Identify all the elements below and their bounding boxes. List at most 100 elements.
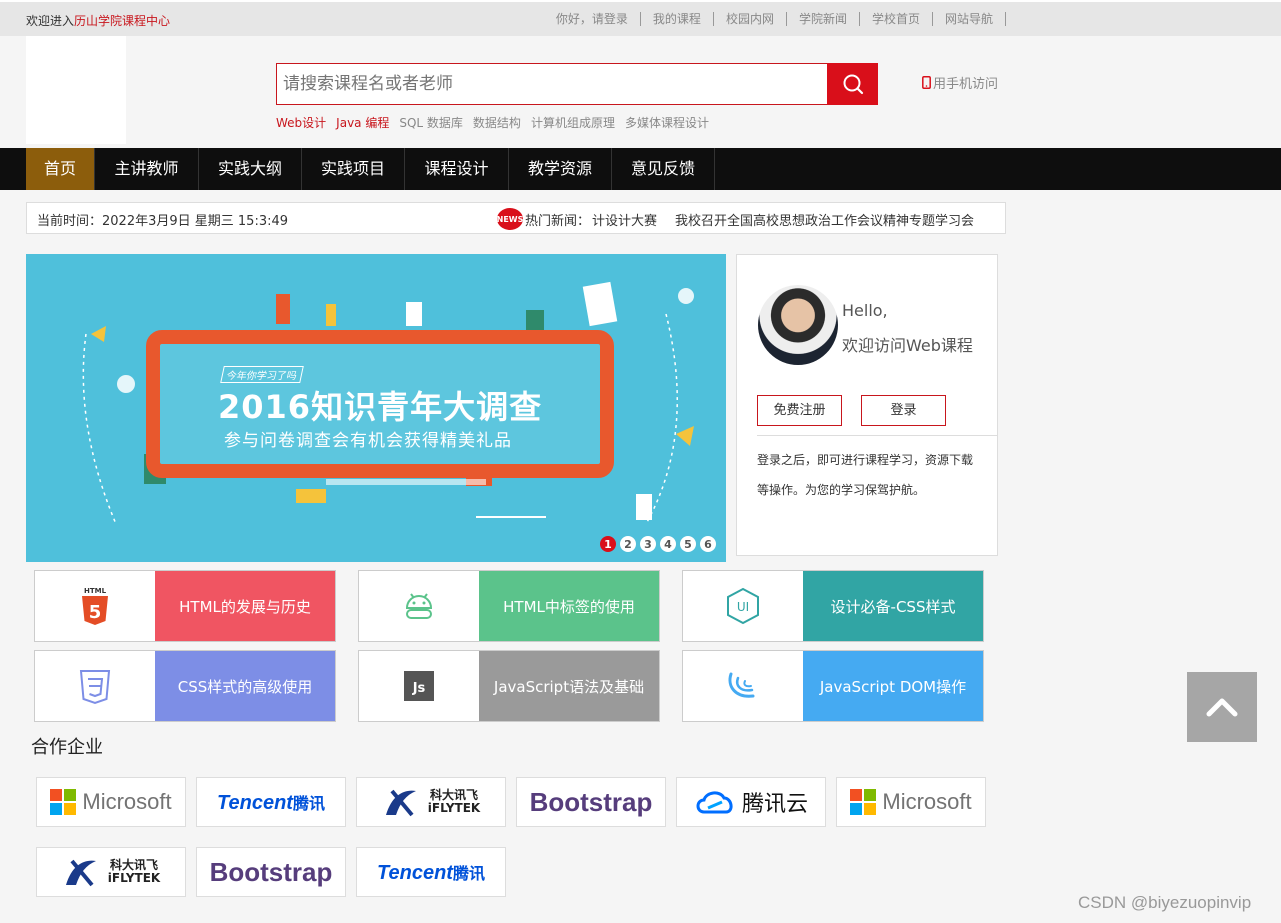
js-icon: Js — [404, 671, 434, 701]
banner-headline: 2016知识青年大调查 — [218, 388, 543, 426]
top-links: 你好，请登录 我的课程 校园内网 学院新闻 学校首页 网站导航 — [544, 12, 1006, 26]
svg-text:UI: UI — [737, 600, 749, 614]
greeting-welcome: 欢迎访问Web课程 — [842, 336, 973, 355]
banner-carousel[interactable]: 今年你学习了吗 2016知识青年大调查 参与问卷调查会有机会获得精美礼品 1 2… — [26, 254, 726, 562]
hot-keyword[interactable]: Java 编程 — [336, 114, 389, 131]
jquery-icon — [728, 672, 755, 698]
hot-keyword[interactable]: 数据结构 — [473, 114, 521, 131]
my-courses-link[interactable]: 我的课程 — [641, 12, 714, 26]
login-description: 登录之后，即可进行课程学习，资源下载等操作。为您的学习保驾护航。 — [757, 453, 974, 497]
hot-news: NEWS 热门新闻： 计设计大赛 我校召开全国高校思想政治工作会议精神专题学习会 — [497, 208, 1005, 230]
nav-item-design[interactable]: 课程设计 — [405, 148, 509, 190]
hot-keyword[interactable]: SQL 数据库 — [399, 114, 463, 131]
register-button[interactable]: 免费注册 — [757, 395, 842, 426]
svg-text:Js: Js — [412, 681, 426, 696]
nav-item-teachers[interactable]: 主讲教师 — [95, 148, 199, 190]
iflytek-logo-icon — [385, 789, 416, 817]
ui-icon: UI — [727, 587, 759, 625]
course-tile[interactable]: HTML中标签的使用 — [358, 570, 660, 642]
news-icon: NEWS — [497, 208, 523, 230]
partner-bootstrap[interactable]: Bootstrap — [196, 847, 346, 897]
login-button[interactable]: 登录 — [861, 395, 946, 426]
partner-tencent[interactable]: Tencent腾讯 — [356, 847, 506, 897]
divider — [757, 435, 997, 436]
course-label: JavaScript语法及基础 — [479, 651, 659, 721]
partner-name: Microsoft — [82, 789, 172, 814]
carousel-dot[interactable]: 3 — [640, 536, 656, 552]
partner-iflytek[interactable]: 科大讯飞 iFLYTEK — [36, 847, 186, 897]
greeting: Hello, 欢迎访问Web课程 — [842, 293, 973, 363]
search-button[interactable] — [827, 63, 878, 105]
nav-item-feedback[interactable]: 意见反馈 — [612, 148, 715, 190]
banner-tag: 今年你学习了吗 — [220, 366, 304, 383]
time-value: 2022年3月9日 星期三 15:3:49 — [102, 214, 289, 229]
tencent-cloud-logo-icon — [696, 791, 733, 814]
welcome-text: 欢迎进入历山学院课程中心 — [26, 12, 170, 29]
nav-item-resources[interactable]: 教学资源 — [509, 148, 612, 190]
nav-item-outline[interactable]: 实践大纲 — [199, 148, 302, 190]
site-nav-link[interactable]: 网站导航 — [933, 12, 1006, 26]
banner-subline: 参与问卷调查会有机会获得精美礼品 — [224, 431, 512, 451]
login-link[interactable]: 你好，请登录 — [544, 12, 641, 26]
partner-name: Microsoft — [882, 789, 972, 814]
search-input[interactable] — [277, 64, 827, 104]
course-label: JavaScript DOM操作 — [803, 651, 983, 721]
scroll-top-button[interactable] — [1187, 672, 1257, 742]
course-tile[interactable]: HTML 5 HTML的发展与历史 — [34, 570, 336, 642]
partner-name: 科大讯飞 iFLYTEK — [427, 788, 481, 815]
iflytek-logo-icon — [65, 859, 96, 887]
partner-bootstrap[interactable]: Bootstrap — [516, 777, 666, 827]
info-bar: 当前时间：2022年3月9日 星期三 15:3:49 NEWS 热门新闻： 计设… — [26, 202, 1006, 234]
top-bar: 欢迎进入历山学院课程中心 你好，请登录 我的课程 校园内网 学院新闻 学校首页 … — [0, 0, 1281, 36]
welcome-prefix: 欢迎进入 — [26, 14, 75, 28]
school-home-link[interactable]: 学校首页 — [860, 12, 933, 26]
current-time: 当前时间：2022年3月9日 星期三 15:3:49 — [37, 210, 288, 229]
partner-name: Bootstrap — [209, 856, 333, 887]
carousel-dot[interactable]: 4 — [660, 536, 676, 552]
carousel-dots: 1 2 3 4 5 6 — [600, 536, 716, 552]
search-icon — [843, 74, 863, 95]
campus-intranet-link[interactable]: 校园内网 — [714, 12, 787, 26]
hot-keyword[interactable]: 计算机组成原理 — [531, 114, 615, 131]
carousel-dot[interactable]: 5 — [680, 536, 696, 552]
carousel-dot[interactable]: 1 — [600, 536, 616, 552]
mobile-access-link[interactable]: 用手机访问 — [922, 73, 998, 92]
microsoft-logo-icon — [50, 789, 77, 815]
partners-title: 合作企业 — [31, 737, 103, 758]
course-label: HTML的发展与历史 — [155, 571, 335, 641]
main-nav: 首页 主讲教师 实践大纲 实践项目 课程设计 教学资源 意见反馈 — [0, 148, 1281, 190]
course-tile[interactable]: UI 设计必备-CSS样式 — [682, 570, 984, 642]
course-tile[interactable]: CSS样式的高级使用 — [34, 650, 336, 722]
news-item[interactable]: 我校召开全国高校思想政治工作会议精神专题学习会 — [675, 210, 974, 229]
partner-tencent-cloud[interactable]: 腾讯云 — [676, 777, 826, 827]
greeting-hello: Hello, — [842, 301, 888, 320]
course-label: 设计必备-CSS样式 — [803, 571, 983, 641]
logo[interactable] — [26, 36, 126, 144]
carousel-dot[interactable]: 2 — [620, 536, 636, 552]
site-name[interactable]: 历山学院课程中心 — [74, 14, 170, 28]
course-tile[interactable]: JavaScript DOM操作 — [682, 650, 984, 722]
course-tile[interactable]: Js JavaScript语法及基础 — [358, 650, 660, 722]
android-icon — [405, 593, 433, 619]
chevron-up-icon — [1206, 698, 1238, 717]
partner-name: 腾讯云 — [741, 792, 808, 817]
nav-item-home[interactable]: 首页 — [26, 148, 95, 190]
carousel-dot[interactable]: 6 — [700, 536, 716, 552]
college-news-link[interactable]: 学院新闻 — [787, 12, 860, 26]
news-item[interactable]: 计设计大赛 — [592, 210, 657, 229]
html5-icon: HTML 5 — [82, 587, 108, 625]
partner-name: Tencent腾讯 — [217, 791, 325, 814]
nav-item-projects[interactable]: 实践项目 — [302, 148, 405, 190]
course-label: CSS样式的高级使用 — [155, 651, 335, 721]
partner-tencent[interactable]: Tencent腾讯 — [196, 777, 346, 827]
hot-keyword[interactable]: 多媒体课程设计 — [625, 114, 709, 131]
time-label: 当前时间： — [37, 214, 103, 229]
hot-keyword[interactable]: Web设计 — [276, 114, 326, 131]
course-label: HTML中标签的使用 — [479, 571, 659, 641]
partner-microsoft[interactable]: Microsoft — [36, 777, 186, 827]
partner-microsoft[interactable]: Microsoft — [836, 777, 986, 827]
phone-icon — [922, 76, 931, 89]
partner-iflytek[interactable]: 科大讯飞 iFLYTEK — [356, 777, 506, 827]
news-label: 热门新闻： — [525, 213, 591, 229]
mobile-access-label: 用手机访问 — [933, 77, 999, 92]
